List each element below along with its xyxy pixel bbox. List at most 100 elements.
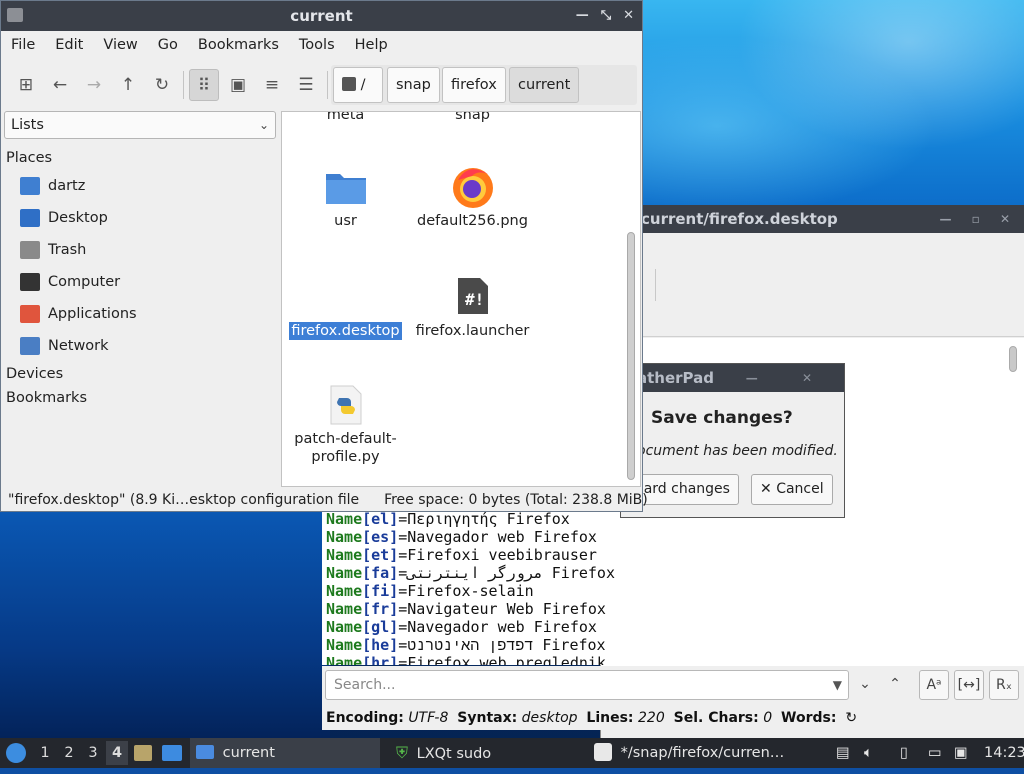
devices-heading[interactable]: Devices bbox=[1, 362, 278, 386]
editor-scrollbar[interactable] bbox=[1009, 346, 1017, 372]
toolbar: ⊞ ← → ↑ ↻ ⠿ ▣ ≡ ☰ / snap firefox current bbox=[1, 61, 644, 109]
network-status-icon[interactable]: ▣ bbox=[954, 738, 968, 768]
thumbnail-view-icon[interactable]: ▣ bbox=[223, 69, 253, 101]
whole-word-button[interactable]: [↔] bbox=[954, 670, 984, 700]
menu-tools[interactable]: Tools bbox=[289, 31, 345, 59]
regex-button[interactable]: Rₓ bbox=[989, 670, 1019, 700]
file-item-meta[interactable]: meta bbox=[282, 112, 409, 124]
sidebar-item-network[interactable]: Network bbox=[1, 330, 278, 362]
menu-file[interactable]: File bbox=[1, 31, 45, 59]
code-lang: et bbox=[371, 546, 390, 564]
task-current[interactable]: current bbox=[190, 738, 380, 768]
cancel-button[interactable]: ✕ Cancel bbox=[751, 474, 833, 505]
match-case-button[interactable]: Aᵃ bbox=[919, 670, 949, 700]
sidebar-item-computer[interactable]: Computer bbox=[1, 266, 278, 298]
file-item-default256[interactable]: default256.png bbox=[409, 164, 536, 230]
featherpad-icon bbox=[594, 743, 612, 761]
sidebar-item-dartz[interactable]: dartz bbox=[1, 170, 278, 202]
desktop-switch-4[interactable]: 4 bbox=[106, 741, 128, 765]
clipboard-icon[interactable]: ▤ bbox=[836, 738, 850, 768]
breadcrumb-root[interactable]: / bbox=[333, 67, 383, 103]
file-item-patch-default-profile[interactable]: patch-default- profile.py bbox=[282, 384, 409, 466]
encoding-label: Encoding: bbox=[326, 710, 404, 726]
detailed-list-view-icon[interactable]: ☰ bbox=[291, 69, 321, 101]
reload-icon[interactable]: ↻ bbox=[147, 69, 177, 101]
search-icon bbox=[342, 77, 356, 91]
start-menu-icon[interactable] bbox=[6, 738, 26, 768]
file-view[interactable]: meta snap usr default256.png firefox.des… bbox=[281, 111, 641, 487]
task-lxqt-sudo[interactable]: ⛨ LXQt sudo bbox=[396, 738, 491, 768]
menu-edit[interactable]: Edit bbox=[45, 31, 93, 59]
code-bracket: [ bbox=[362, 636, 372, 654]
close-icon[interactable]: ✕ bbox=[623, 8, 634, 23]
code-lang: fa bbox=[371, 564, 390, 582]
task-label: LXQt sudo bbox=[416, 746, 492, 762]
side-select-value: Lists bbox=[11, 117, 44, 133]
file-item-firefox-launcher[interactable]: #! firefox.launcher bbox=[409, 276, 536, 340]
sidebar-item-trash[interactable]: Trash bbox=[1, 234, 278, 266]
window-list-icon[interactable] bbox=[162, 738, 182, 768]
file-view-scrollbar[interactable] bbox=[627, 232, 635, 480]
side-panel: Places dartz Desktop Trash Computer Applicat… bbox=[1, 146, 278, 491]
side-pane-mode-select[interactable]: Lists ⌄ bbox=[4, 111, 276, 139]
breadcrumb-current[interactable]: current bbox=[509, 67, 580, 103]
code-value: Firefoxi veebibrauser bbox=[407, 546, 597, 564]
file-item-firefox-desktop[interactable]: firefox.desktop bbox=[282, 322, 409, 340]
up-arrow-icon[interactable]: ↑ bbox=[113, 69, 143, 101]
code-line: Name[gl]=Navegador web Firefox bbox=[322, 618, 1002, 636]
screen-icon[interactable]: ▭ bbox=[928, 738, 942, 768]
back-arrow-icon[interactable]: ← bbox=[45, 69, 75, 101]
code-equals: = bbox=[398, 528, 408, 546]
find-next-button[interactable]: ⌄ bbox=[850, 670, 880, 700]
places-heading[interactable]: Places bbox=[1, 146, 278, 170]
breadcrumb-firefox[interactable]: firefox bbox=[442, 67, 506, 103]
python-file-icon bbox=[330, 385, 361, 425]
menu-view[interactable]: View bbox=[93, 31, 147, 59]
code-value: Navegador web Firefox bbox=[407, 618, 597, 636]
desktop-switch-3[interactable]: 3 bbox=[82, 741, 104, 765]
bookmarks-heading[interactable]: Bookmarks bbox=[1, 386, 278, 410]
notes-icon[interactable]: ▯ bbox=[900, 738, 908, 768]
compact-view-icon[interactable]: ≡ bbox=[257, 69, 287, 101]
sidebar-item-desktop[interactable]: Desktop bbox=[1, 202, 278, 234]
icon-view-icon[interactable]: ⠿ bbox=[189, 69, 219, 101]
new-tab-icon[interactable]: ⊞ bbox=[11, 69, 41, 101]
find-previous-button[interactable]: ⌃ bbox=[880, 670, 910, 700]
search-input[interactable]: Search... ▼ bbox=[325, 670, 849, 700]
menu-go[interactable]: Go bbox=[148, 31, 188, 59]
dialog-window-controls[interactable]: — ✕ bbox=[746, 364, 832, 392]
file-item-snap[interactable]: snap bbox=[409, 112, 536, 124]
minimize-icon[interactable]: — bbox=[576, 8, 589, 23]
code-line: Name[he]=דפדפן האינטרנט Firefox bbox=[322, 636, 1002, 654]
file-name-line1: patch-default- bbox=[294, 431, 397, 447]
code-editor-text[interactable]: Name[el]=Περιηγητής Firefox Name[es]=Nave… bbox=[322, 510, 1002, 665]
code-value: Firefox web preglednik bbox=[407, 654, 606, 665]
code-value: مرورگر اینترنتی Firefox bbox=[407, 564, 615, 582]
close-icon: ✕ bbox=[760, 481, 772, 497]
menu-help[interactable]: Help bbox=[345, 31, 398, 59]
file-item-usr[interactable]: usr bbox=[282, 168, 409, 230]
window-menu-icon[interactable] bbox=[7, 8, 23, 22]
code-lang: hr bbox=[371, 654, 390, 665]
sidebar-item-applications[interactable]: Applications bbox=[1, 298, 278, 330]
desktop-switch-1[interactable]: 1 bbox=[34, 741, 56, 765]
refresh-icon[interactable]: ↻ bbox=[845, 710, 857, 726]
breadcrumb-label: current bbox=[518, 77, 571, 93]
sidebar-item-label: dartz bbox=[48, 178, 86, 194]
code-equals: = bbox=[398, 654, 408, 665]
code-value: Navigateur Web Firefox bbox=[407, 600, 606, 618]
window-controls[interactable]: — ▫ ✕ bbox=[939, 205, 1018, 233]
code-lang: fi bbox=[371, 582, 390, 600]
chevron-down-icon[interactable]: ▼ bbox=[833, 671, 842, 699]
desktop-switch-2[interactable]: 2 bbox=[58, 741, 80, 765]
show-desktop-icon[interactable] bbox=[134, 738, 152, 768]
maximize-icon[interactable]: ⤡ bbox=[601, 8, 611, 23]
encoding-value: UTF-8 bbox=[408, 710, 449, 726]
clock[interactable]: 14:23 bbox=[984, 738, 1024, 768]
task-featherpad[interactable]: */snap/firefox/curren… bbox=[594, 738, 784, 768]
code-bracket: [ bbox=[362, 600, 372, 618]
breadcrumb-snap[interactable]: snap bbox=[387, 67, 440, 103]
menu-bookmarks[interactable]: Bookmarks bbox=[188, 31, 289, 59]
forward-arrow-icon[interactable]: → bbox=[79, 69, 109, 101]
volume-icon[interactable]: 🔈︎ bbox=[864, 738, 873, 768]
